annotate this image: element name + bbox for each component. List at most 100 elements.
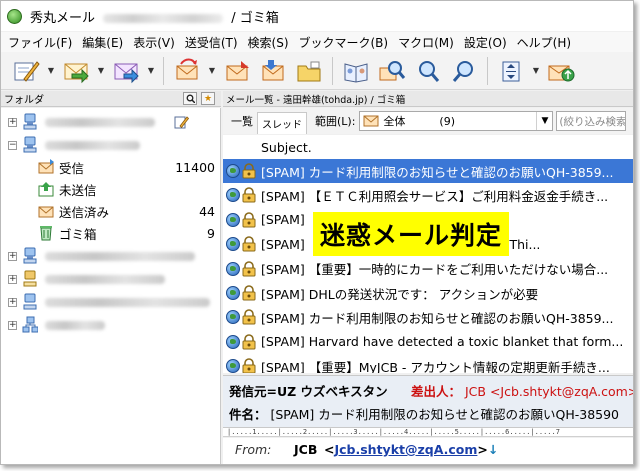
menu-edit[interactable]: 編集(E) [77,34,128,51]
unsent-icon [38,182,54,197]
search-previous-button[interactable] [447,55,481,87]
title-bar: 秀丸メール / ゴミ箱 [1,1,633,31]
search-icon [186,94,195,103]
receive-button[interactable] [256,55,290,87]
folder-label: 未送信 [59,182,97,198]
globe-icon [226,188,240,203]
list-view-dropdown-arrow[interactable]: ▼ [530,55,542,87]
reply-dropdown-arrow[interactable]: ▼ [95,55,107,87]
range-select[interactable]: 全体 (9) ▼ [359,111,554,131]
folder-button[interactable] [292,55,326,87]
favorite-folder-button[interactable]: ★ [201,92,215,105]
from-email[interactable]: <Jcb.shtykt@zqA.com>↓ [324,442,498,457]
folder-search-button[interactable] [183,92,197,105]
send-receive-icon [176,58,198,79]
expand-toggle[interactable]: + [8,321,17,330]
address-book-button[interactable] [339,55,373,87]
mail-subject: [SPAM] DHLの発送状況です： アクションが必要 [261,286,539,302]
account-row[interactable]: + [1,246,221,266]
blurred-account-label [45,321,105,330]
mail-row[interactable]: [SPAM] 【重要】MyJCB - アカウント情報の定期更新手続き... [223,354,633,373]
from-email-link[interactable]: Jcb.shtykt@zqA.com [334,442,477,457]
filter-search-input[interactable]: (絞り込み検索) [556,111,627,131]
globe-icon [226,334,240,349]
mail-subject: [SPAM] Harvard have detected a toxic bla… [261,334,624,350]
tab-thread[interactable]: スレッド [257,112,307,134]
menu-view[interactable]: 表示(V) [128,34,180,51]
menu-file[interactable]: ファイル(F) [3,34,77,51]
account-row[interactable]: + [1,269,221,289]
globe-icon [226,310,240,325]
send-icon [226,60,249,80]
chevron-down-icon[interactable]: ▼ [536,112,552,130]
send-receive-button[interactable] [170,55,204,87]
mail-row-icons [223,334,259,350]
mail-row[interactable]: [SPAM] カード利用制限のお知らせと確認のお願いQH-3859... [223,159,633,183]
spam-lock-icon [242,309,256,325]
account-row[interactable]: + [1,112,221,132]
menu-help[interactable]: ヘルプ(H) [512,34,576,51]
search-next-button[interactable] [411,55,445,87]
magnifier-icon [452,60,473,82]
account-row[interactable]: + [1,315,221,335]
forward-button[interactable] [109,55,143,87]
folder-count: 9 [207,225,215,241]
spam-lock-icon [242,236,256,252]
send-receive-dropdown-arrow[interactable]: ▼ [206,55,218,87]
folder-sent[interactable]: 送信済み 44 [1,201,221,221]
expand-toggle[interactable]: + [8,275,17,284]
mail-subject: [SPAM] 【重要】MyJCB - アカウント情報の定期更新手続き... [261,359,610,373]
sender-label: 差出人： [411,384,462,399]
spam-lock-icon [242,260,256,277]
mail-row-icons [223,309,259,325]
folder-unsent[interactable]: 未送信 [1,179,221,199]
blurred-account-label [45,275,165,284]
toolbar: ▼ ▼ ▼ ▼ ▼ [1,52,633,90]
mail-row[interactable]: [SPAM] DHLの発送状況です： アクションが必要 [223,281,633,305]
forward-dropdown-arrow[interactable]: ▼ [145,55,157,87]
mail-row-icons [223,285,259,301]
expand-toggle[interactable]: + [8,118,17,127]
mail-row[interactable]: [SPAM] Harvard have detected a toxic bla… [223,330,633,354]
menu-macro[interactable]: マクロ(M) [393,34,459,51]
subject-label: 件名： [229,407,267,422]
folder-tree: + − 受信 11400 未送信 送信済み 44 ゴミ箱 9 + + + + [1,108,221,464]
search-mail-button[interactable] [375,55,409,87]
column-ruler: |.....1.....|.....2.....|.....3.....|...… [223,427,633,437]
globe-icon [226,261,240,276]
menu-bookmark[interactable]: ブックマーク(B) [294,34,394,51]
globe-icon [226,237,240,252]
folder-inbox[interactable]: 受信 11400 [1,157,221,177]
account-icon [23,293,37,310]
menu-search[interactable]: 検索(S) [243,34,294,51]
mail-row[interactable]: [SPAM] 【重要】一時的にカードをご利用いただけない場合... [223,257,633,281]
compose-dropdown-arrow[interactable]: ▼ [45,55,57,87]
account-row-expanded[interactable]: − [1,135,221,155]
mail-row[interactable]: [SPAM] カード利用制限のお知らせと確認のお願いQH-3859... [223,305,633,329]
folder-trash[interactable]: ゴミ箱 9 [1,223,221,243]
mail-subject: [SPAM] [261,212,305,228]
mail-row[interactable]: [SPAM] 【ＥＴＣ利用照会サービス】ご利用料金返金手続き... [223,183,633,207]
expand-toggle[interactable]: + [8,252,17,261]
sender-value[interactable]: JCB <Jcb.shtykt@zqA.com> [465,384,633,399]
tab-list[interactable]: 一覧 [223,110,257,132]
collapse-toggle[interactable]: − [8,141,17,150]
subject-column-header[interactable]: Subject. [223,135,633,159]
blurred-account-label [45,141,140,150]
menu-settings[interactable]: 設定(O) [459,34,512,51]
globe-icon [226,359,240,373]
list-view-button[interactable] [494,55,528,87]
menu-send-receive[interactable]: 送受信(T) [180,34,243,51]
inbox-icon [38,159,54,174]
account-row[interactable]: + [1,292,221,312]
preview-body[interactable]: From: JCB <Jcb.shtykt@zqA.com>↓ [223,438,633,464]
spam-lock-icon [242,358,256,373]
check-mail-button[interactable] [544,55,578,87]
compose-button[interactable] [9,55,43,87]
spam-lock-icon [242,187,256,203]
range-value: 全体 [383,115,406,128]
range-count: (9) [439,114,456,128]
send-button[interactable] [220,55,254,87]
expand-toggle[interactable]: + [8,298,17,307]
reply-button[interactable] [59,55,93,87]
